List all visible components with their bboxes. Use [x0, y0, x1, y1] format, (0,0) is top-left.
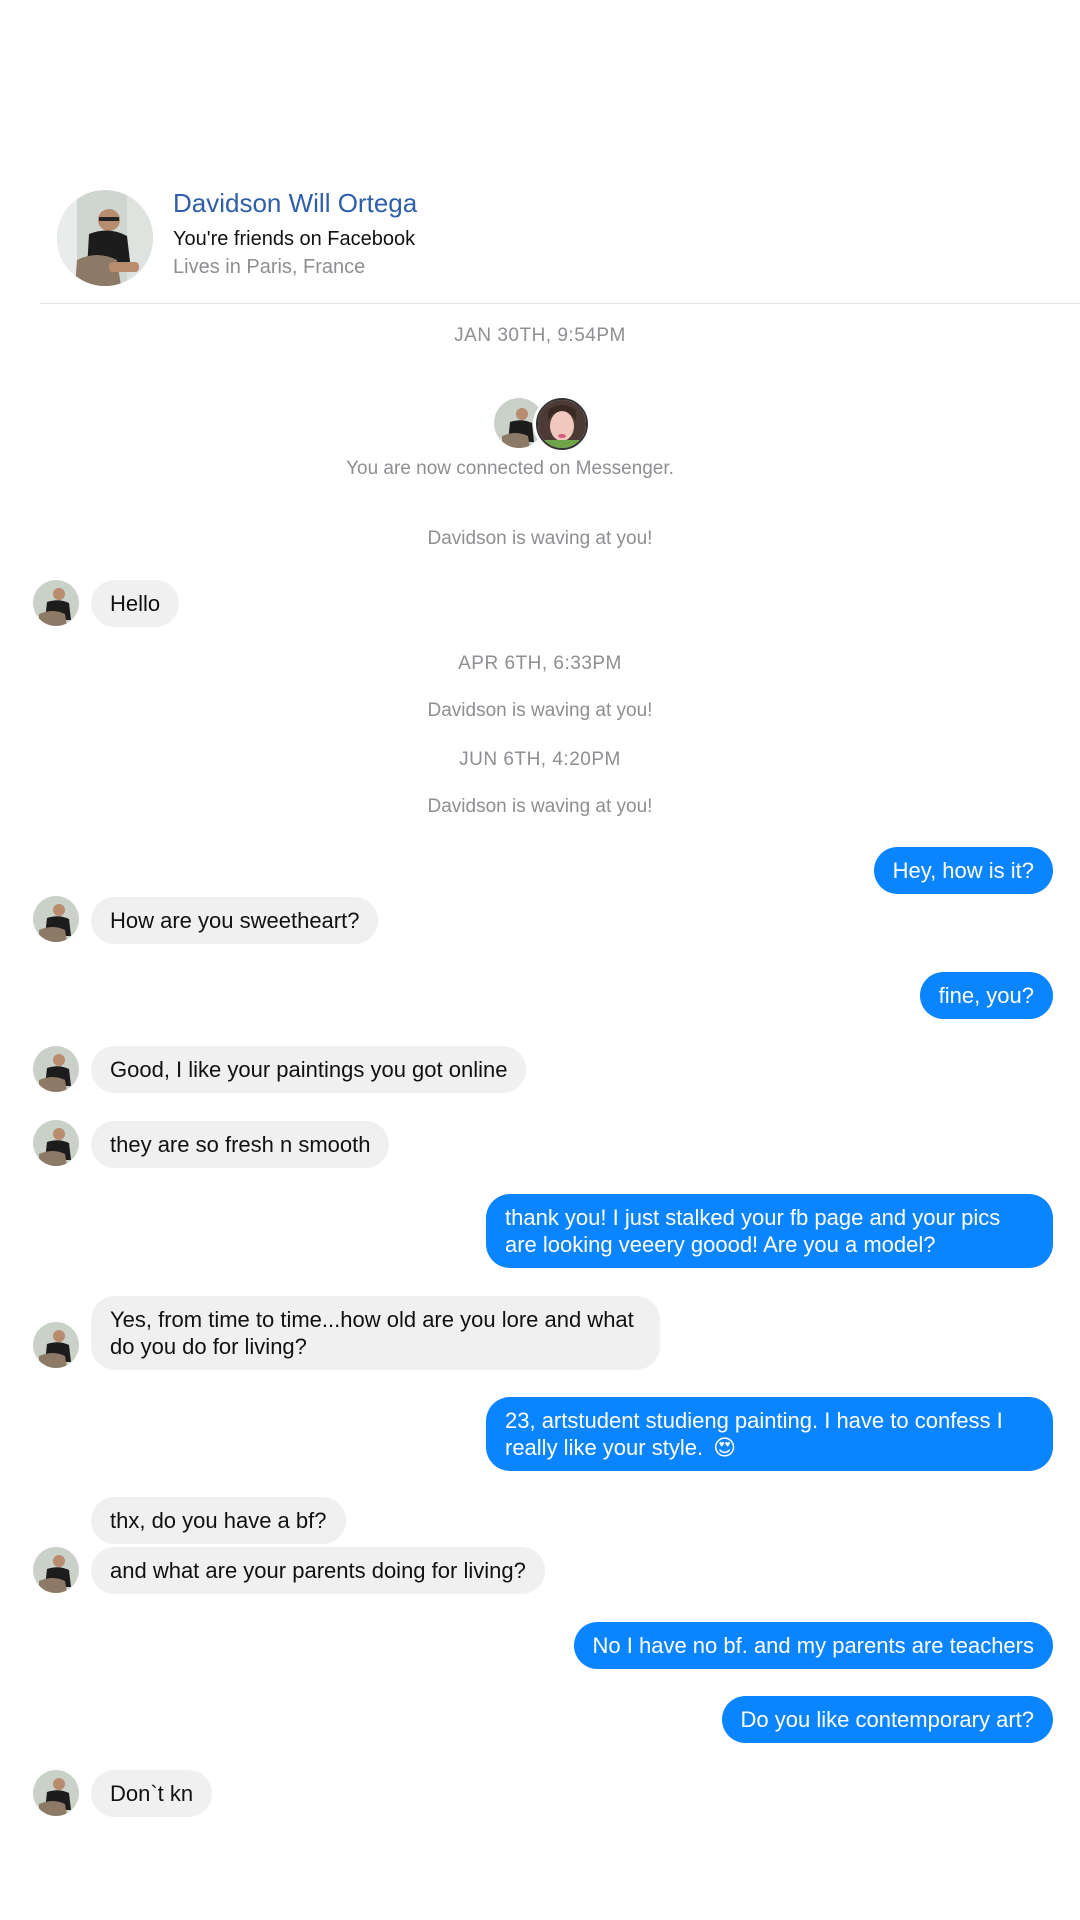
- sender-avatar[interactable]: [33, 1770, 79, 1816]
- wave-notice: Davidson is waving at you!: [427, 528, 653, 549]
- sender-avatar[interactable]: [33, 1120, 79, 1166]
- wave-notice: Davidson is waving at you!: [427, 700, 653, 721]
- heart-eyes-emoji-icon: 😍: [713, 1435, 737, 1460]
- user-avatar-small: [536, 398, 588, 450]
- outgoing-message[interactable]: 23, artstudent studieng painting. I have…: [486, 1397, 1053, 1471]
- message-text: 23, artstudent studieng painting. I have…: [505, 1408, 1003, 1460]
- outgoing-message[interactable]: Hey, how is it?: [873, 847, 1053, 894]
- outgoing-message[interactable]: Do you like contemporary art?: [721, 1696, 1053, 1743]
- incoming-message[interactable]: they are so fresh n smooth: [91, 1121, 390, 1168]
- profile-name[interactable]: Davidson Will Ortega: [173, 188, 417, 219]
- incoming-message[interactable]: thx, do you have a bf?: [91, 1497, 346, 1544]
- sender-avatar[interactable]: [33, 896, 79, 942]
- header-divider: [40, 303, 1080, 304]
- outgoing-message[interactable]: thank you! I just stalked your fb page a…: [486, 1194, 1053, 1268]
- timestamp: APR 6TH, 6:33PM: [458, 653, 622, 674]
- sender-avatar[interactable]: [33, 1322, 79, 1368]
- timestamp: JUN 6TH, 4:20PM: [459, 749, 621, 770]
- wave-notice: Davidson is waving at you!: [427, 796, 653, 817]
- outgoing-message[interactable]: fine, you?: [919, 972, 1053, 1019]
- sender-avatar[interactable]: [33, 1547, 79, 1593]
- incoming-message[interactable]: Good, I like your paintings you got onli…: [91, 1046, 527, 1093]
- incoming-message[interactable]: Hello: [91, 580, 180, 627]
- profile-avatar[interactable]: [57, 190, 153, 286]
- profile-location: Lives in Paris, France: [173, 256, 366, 278]
- incoming-message[interactable]: How are you sweetheart?: [91, 897, 379, 944]
- outgoing-message[interactable]: No I have no bf. and my parents are teac…: [573, 1622, 1053, 1669]
- sender-avatar[interactable]: [33, 580, 79, 626]
- incoming-message[interactable]: Don`t kn: [91, 1770, 213, 1817]
- incoming-message[interactable]: and what are your parents doing for livi…: [91, 1547, 545, 1594]
- connected-notice: You are now connected on Messenger.: [346, 458, 674, 479]
- friends-status: You're friends on Facebook: [173, 228, 416, 250]
- sender-avatar[interactable]: [33, 1046, 79, 1092]
- timestamp: JAN 30TH, 9:54PM: [454, 325, 626, 346]
- incoming-message[interactable]: Yes, from time to time...how old are you…: [91, 1296, 660, 1370]
